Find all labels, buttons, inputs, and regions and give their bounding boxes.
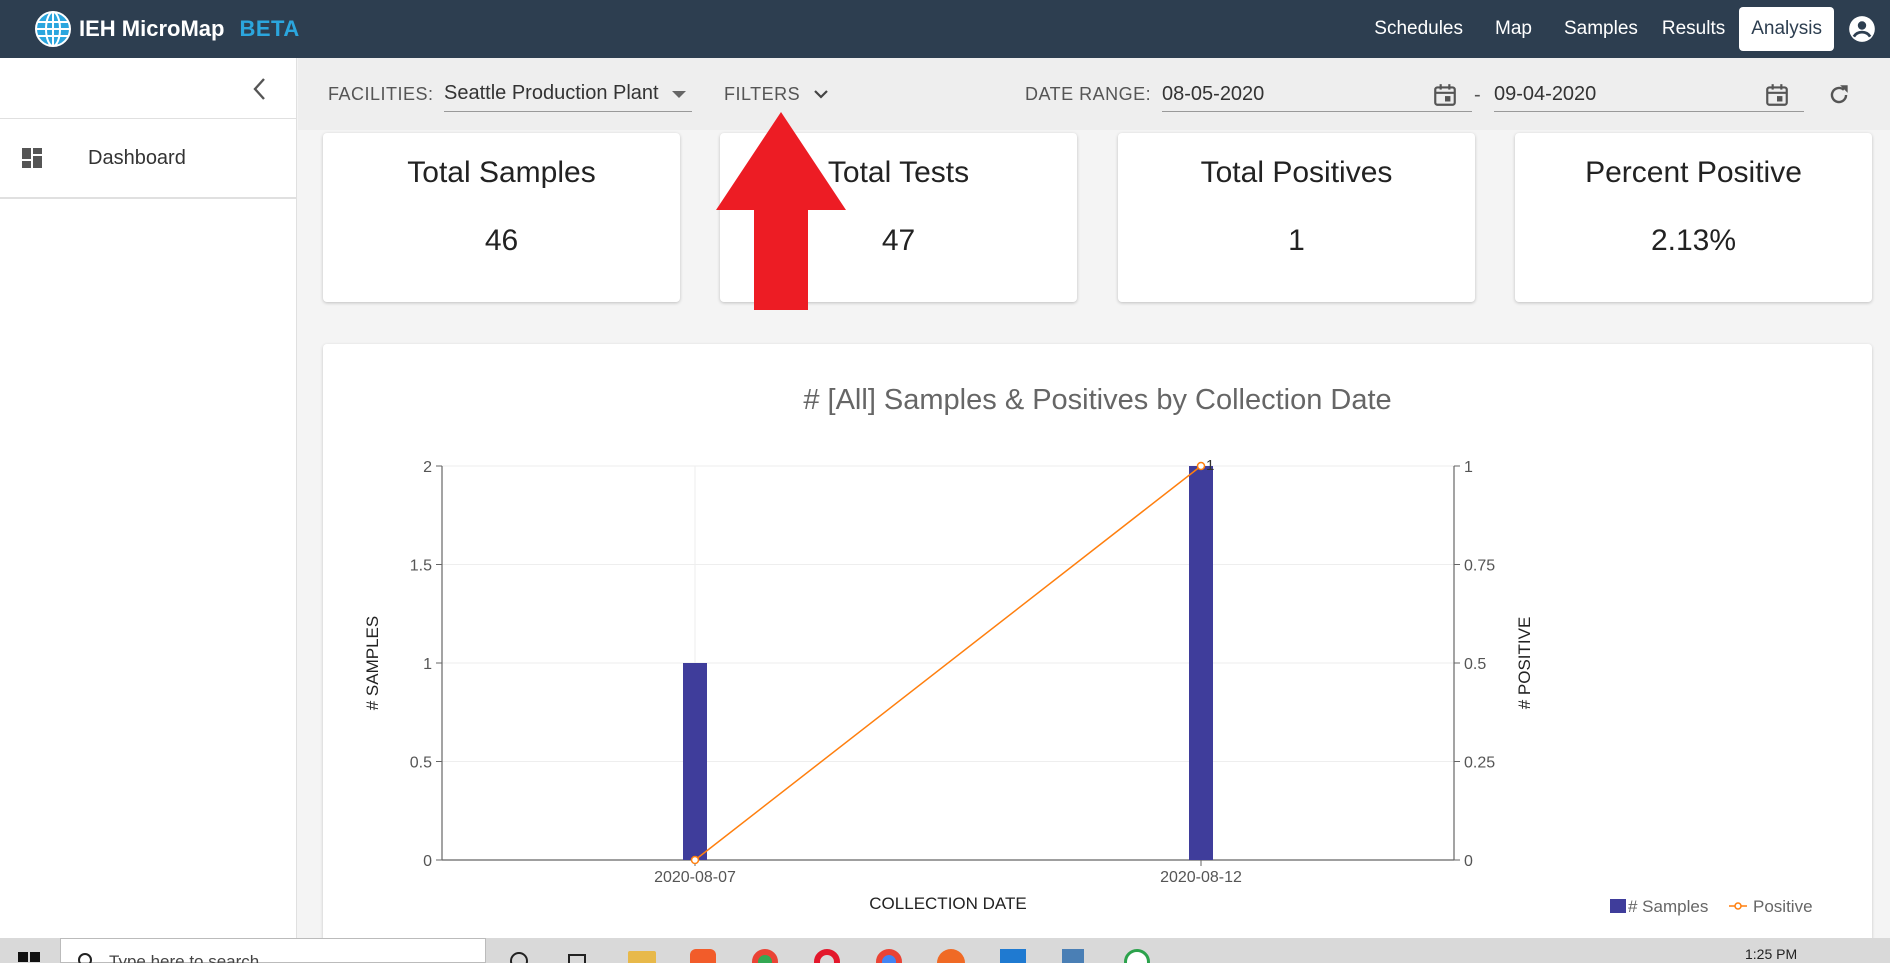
red-arrow-annotation (716, 112, 846, 310)
stat-card-total-positives: Total Positives 1 (1118, 133, 1475, 302)
stat-title: Total Samples (407, 156, 596, 189)
chevron-left-icon[interactable] (245, 74, 275, 104)
search-icon (78, 953, 92, 963)
y-axis-label: # SAMPLES (363, 616, 382, 711)
ubuntu-icon[interactable] (937, 949, 965, 963)
task-view-icon[interactable] (566, 950, 588, 963)
samples-positives-chart: 0 0.5 1 1.5 2 0 0.25 0.5 0.75 1 2020-08-07 2020-08-… (363, 457, 1813, 916)
sidebar-item-dashboard[interactable]: Dashboard (0, 119, 297, 199)
y2-tick-label: 1 (1464, 459, 1473, 476)
sidebar: Dashboard (0, 58, 297, 938)
y2-tick-label: 0.5 (1464, 656, 1486, 673)
y-tick-label: 0 (423, 853, 432, 870)
nav-results[interactable]: Results (1654, 7, 1733, 51)
taskbar-search-box[interactable]: Type here to search (60, 938, 486, 963)
dropdown-arrow-icon (672, 91, 686, 98)
taskbar-search-placeholder: Type here to search (109, 952, 260, 963)
date-to-field[interactable]: 09-04-2020 (1494, 78, 1804, 112)
stat-title: Percent Positive (1585, 156, 1802, 189)
chrome-icon[interactable] (752, 949, 778, 963)
x-tick-label: 2020-08-12 (1160, 869, 1242, 886)
facilities-label: FACILITIES: (328, 84, 434, 104)
refresh-icon[interactable] (1826, 82, 1852, 108)
stat-value: 1 (1288, 224, 1305, 257)
account-circle-icon (1849, 16, 1875, 42)
filter-bar: FACILITIES: Seattle Production Plant FIL… (298, 58, 1890, 130)
y-tick-label: 2 (423, 459, 432, 476)
brand[interactable]: IEH MicroMap BETA (33, 9, 300, 49)
date-from-value: 08-05-2020 (1162, 83, 1265, 105)
main-nav: Schedules Map Samples Results Analysis (1358, 0, 1890, 58)
chevron-down-icon (813, 90, 828, 99)
stat-value: 46 (484, 224, 519, 257)
sidebar-item-label: Dashboard (88, 146, 186, 169)
legend-label-samples: # Samples (1628, 897, 1708, 916)
nav-analysis[interactable]: Analysis (1739, 7, 1834, 51)
line-point (690, 855, 700, 865)
filters-button[interactable]: FILTERS (724, 80, 828, 110)
y2-tick-label: 0.25 (1464, 755, 1495, 772)
stat-card-percent-positive: Percent Positive 2.13% (1515, 133, 1872, 302)
chart-panel: # [All] Samples & Positives by Collectio… (323, 344, 1872, 944)
app-name: IEH MicroMap (79, 16, 225, 41)
date-to-value: 09-04-2020 (1494, 83, 1597, 105)
top-app-bar: IEH MicroMap BETA Schedules Map Samples … (0, 0, 1890, 58)
chrome-icon[interactable] (876, 949, 902, 963)
legend-marker-positive (1734, 902, 1742, 910)
windows-start-icon[interactable] (18, 952, 40, 963)
brave-browser-icon[interactable] (690, 949, 716, 963)
beta-badge: BETA (239, 16, 300, 41)
y-tick-label: 1 (423, 656, 432, 673)
x-tick-label: 2020-08-07 (654, 869, 736, 886)
legend-swatch-samples (1610, 899, 1626, 913)
stat-title: Total Positives (1200, 156, 1393, 189)
app-icon[interactable] (1124, 949, 1150, 963)
filters-label: FILTERS (724, 84, 801, 104)
vscode-icon[interactable] (1000, 949, 1026, 963)
date-separator: - (1474, 84, 1481, 106)
nav-map[interactable]: Map (1479, 7, 1548, 51)
stat-value: 2.13% (1650, 224, 1737, 257)
file-explorer-icon[interactable] (628, 951, 656, 963)
dashboard-icon (22, 148, 42, 168)
y2-tick-label: 0.75 (1464, 558, 1495, 575)
nav-samples[interactable]: Samples (1548, 7, 1654, 51)
opera-icon[interactable] (814, 949, 840, 963)
bar (683, 663, 707, 860)
y2-tick-label: 0 (1464, 853, 1473, 870)
nav-schedules[interactable]: Schedules (1358, 7, 1479, 51)
date-range-label: DATE RANGE: (1025, 84, 1152, 104)
line-point (1196, 461, 1206, 471)
date-from-field[interactable]: 08-05-2020 (1162, 78, 1472, 112)
bar (1189, 466, 1213, 860)
taskbar-clock: 1:25 PM (1745, 946, 1798, 962)
globe-logo-icon (35, 11, 71, 47)
facility-select-value: Seattle Production Plant (444, 82, 659, 104)
y2-axis-label: # POSITIVE (1515, 617, 1534, 710)
data-label: 1 (1206, 457, 1214, 474)
account-button[interactable] (1834, 15, 1890, 43)
windows-taskbar: Type here to search 1:25 PM (0, 938, 1890, 963)
calculator-icon[interactable] (1062, 949, 1084, 963)
y-tick-label: 0.5 (410, 755, 432, 772)
calendar-icon[interactable] (1432, 82, 1458, 108)
legend-label-positive: Positive (1753, 897, 1813, 916)
facility-select[interactable]: Seattle Production Plant (444, 78, 692, 112)
y-tick-label: 1.5 (410, 558, 432, 575)
x-axis-label: COLLECTION DATE (869, 894, 1026, 913)
calendar-icon[interactable] (1764, 82, 1790, 108)
cortana-icon[interactable] (508, 950, 530, 963)
stat-card-total-samples: Total Samples 46 (323, 133, 680, 302)
